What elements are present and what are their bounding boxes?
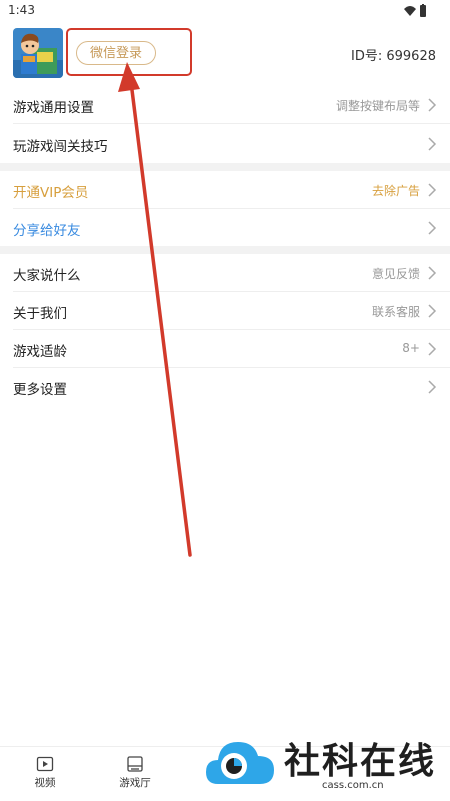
cloud-logo-icon bbox=[206, 742, 274, 784]
menu-item-more-settings[interactable]: 更多设置 bbox=[0, 368, 450, 406]
status-time: 1:43 bbox=[8, 3, 35, 17]
menu-item-about[interactable]: 关于我们 联系客服 bbox=[0, 292, 450, 330]
chevron-right-icon bbox=[428, 342, 437, 356]
avatar-image bbox=[13, 28, 63, 78]
menu-item-label: 更多设置 bbox=[13, 382, 67, 398]
battery-icon bbox=[420, 5, 426, 17]
menu-item-label: 关于我们 bbox=[13, 306, 67, 322]
chevron-right-icon bbox=[428, 266, 437, 280]
wifi-icon bbox=[404, 6, 416, 16]
section-separator bbox=[0, 246, 450, 254]
menu-item-value: 调整按键布局等 bbox=[335, 99, 420, 113]
chevron-right-icon bbox=[428, 98, 437, 112]
user-id: ID号: 699628 bbox=[351, 49, 436, 64]
menu-item-label: 玩游戏闯关技巧 bbox=[13, 139, 108, 155]
menu-item-share[interactable]: 分享给好友 bbox=[0, 209, 450, 247]
divider bbox=[13, 123, 450, 124]
avatar[interactable] bbox=[13, 28, 63, 78]
chevron-right-icon bbox=[428, 183, 437, 197]
tab-label: 游戏厅 bbox=[119, 777, 151, 789]
tab-label: 视频 bbox=[34, 777, 56, 789]
menu-item-game-tips[interactable]: 玩游戏闯关技巧 bbox=[0, 125, 450, 163]
login-highlight-box bbox=[66, 28, 192, 76]
menu-item-label: 游戏通用设置 bbox=[13, 100, 94, 116]
video-icon bbox=[36, 756, 54, 772]
watermark-brand: 社科在线 bbox=[284, 741, 437, 782]
menu-item-value: 意见反馈 bbox=[371, 267, 420, 281]
chevron-right-icon bbox=[428, 221, 437, 235]
menu-item-feedback[interactable]: 大家说什么 意见反馈 bbox=[0, 254, 450, 292]
status-bar: 1:43 bbox=[0, 0, 450, 22]
profile-header: 微信登录 ID号: 699628 bbox=[0, 22, 450, 84]
section-separator bbox=[0, 163, 450, 171]
watermark: 社科在线 cass.com.cn bbox=[204, 728, 450, 800]
menu-item-label: 游戏适龄 bbox=[13, 344, 67, 360]
menu-item-label: 大家说什么 bbox=[13, 268, 81, 284]
menu-item-value: 8+ bbox=[402, 341, 420, 355]
status-icons bbox=[404, 4, 426, 17]
menu-item-label: 分享给好友 bbox=[13, 223, 81, 239]
chevron-right-icon bbox=[428, 137, 437, 151]
menu-item-game-settings[interactable]: 游戏通用设置 调整按键布局等 bbox=[0, 86, 450, 124]
menu-item-value: 联系客服 bbox=[371, 305, 420, 319]
menu-item-label: 开通VIP会员 bbox=[13, 185, 89, 201]
menu-item-vip[interactable]: 开通VIP会员 去除广告 bbox=[0, 171, 450, 209]
menu-item-value: 去除广告 bbox=[371, 184, 420, 198]
arcade-icon bbox=[127, 756, 143, 772]
tab-arcade[interactable]: 游戏厅 bbox=[116, 755, 154, 790]
tab-video[interactable]: 视频 bbox=[28, 755, 62, 790]
menu-item-age-rating[interactable]: 游戏适龄 8+ bbox=[0, 330, 450, 368]
chevron-right-icon bbox=[428, 304, 437, 318]
chevron-right-icon bbox=[428, 380, 437, 394]
watermark-url: cass.com.cn bbox=[322, 780, 384, 791]
